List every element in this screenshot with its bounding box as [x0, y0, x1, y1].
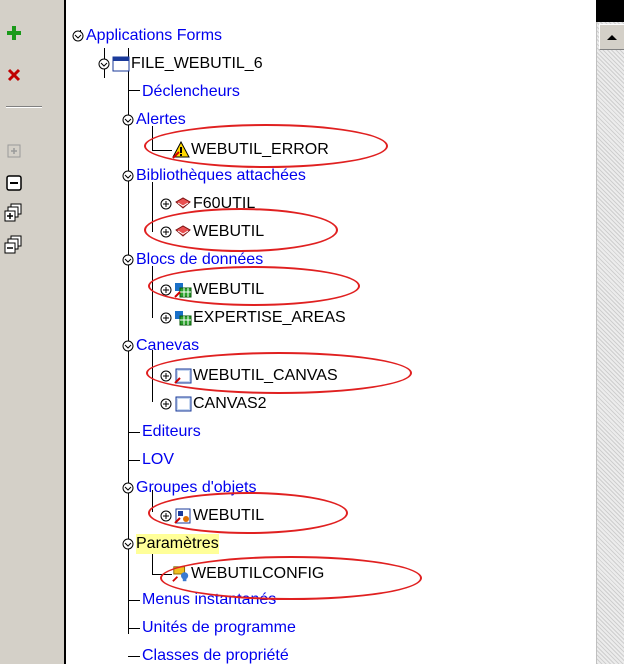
collapse-all-button[interactable]: [0, 232, 28, 258]
expand-icon: [7, 144, 21, 158]
tree-label-module: FILE_WEBUTIL_6: [131, 55, 263, 72]
tree-node-popup-menus[interactable]: Menus instantanés: [142, 588, 276, 612]
tree-node-parameters[interactable]: Paramètres: [122, 532, 219, 556]
tree-label-popup-menus: Menus instantanés: [142, 591, 277, 608]
tree-label-library-2: WEBUTIL: [193, 223, 265, 240]
vertical-scrollbar[interactable]: [596, 0, 624, 664]
tree-node-triggers[interactable]: Déclencheurs: [142, 80, 240, 104]
tree-item-canvas-1[interactable]: WEBUTIL_CANVAS: [160, 364, 338, 388]
form-module-icon: [112, 55, 130, 73]
tree-label-parameters: Paramètres: [136, 534, 219, 554]
expand-all-button[interactable]: [0, 200, 28, 226]
tree-item-block-2[interactable]: EXPERTISE_AREAS: [160, 306, 346, 330]
tree-label-block-2: EXPERTISE_AREAS: [193, 309, 346, 326]
tree-label-lov: LOV: [142, 451, 175, 468]
expand-toggle-icon[interactable]: [160, 510, 172, 522]
tree-item-library-1[interactable]: F60UTIL: [160, 192, 255, 216]
expand-toggle-icon[interactable]: [160, 312, 172, 324]
scroll-up-button[interactable]: [599, 24, 624, 50]
tree-label-object-group: WEBUTIL: [193, 507, 265, 524]
tree-node-lov[interactable]: LOV: [142, 448, 174, 472]
warning-icon: [172, 141, 190, 159]
expand-toggle-icon[interactable]: [160, 198, 172, 210]
tree-label-blocks: Blocs de données: [136, 251, 264, 268]
expand-toggle-icon[interactable]: [160, 370, 172, 382]
object-group-icon: [174, 507, 192, 525]
tree-label-library-1: F60UTIL: [193, 195, 256, 212]
delete-button[interactable]: [0, 62, 28, 88]
tree-label-property-classes: Classes de propriété: [142, 647, 289, 664]
tree-label-editors: Editeurs: [142, 423, 201, 440]
tree-label-alert-item: WEBUTIL_ERROR: [191, 141, 329, 158]
add-button[interactable]: [0, 20, 28, 46]
collapse-toggle-icon[interactable]: [122, 340, 134, 352]
tree-node-blocks[interactable]: Blocs de données: [122, 248, 263, 272]
collapse-toggle-icon[interactable]: [72, 30, 84, 42]
toolbar-separator: [6, 106, 42, 108]
tree-label-triggers: Déclencheurs: [142, 83, 240, 100]
parameter-icon: [172, 565, 190, 583]
collapse-toggle-icon[interactable]: [122, 114, 134, 126]
library-icon: [174, 195, 192, 213]
tree-item-alert[interactable]: WEBUTIL_ERROR: [172, 138, 329, 162]
tree-node-alerts[interactable]: Alertes: [122, 108, 186, 132]
collapse-icon: [6, 175, 22, 191]
data-block-icon: [174, 309, 192, 327]
navigator-frame: [50, 0, 66, 664]
canvas-icon: [174, 395, 192, 413]
collapse-toggle-icon[interactable]: [98, 58, 110, 70]
canvas-icon: [174, 367, 192, 385]
collapse-button[interactable]: [0, 170, 28, 196]
collapse-toggle-icon[interactable]: [122, 254, 134, 266]
collapse-toggle-icon[interactable]: [122, 538, 134, 550]
tree-module[interactable]: FILE_WEBUTIL_6: [98, 52, 263, 76]
tree-node-canvases[interactable]: Canevas: [122, 334, 199, 358]
tree-item-parameter[interactable]: WEBUTILCONFIG: [172, 562, 324, 586]
tree-label-libraries: Bibliothèques attachées: [136, 167, 306, 184]
collapse-toggle-icon[interactable]: [122, 482, 134, 494]
tree-item-object-group[interactable]: WEBUTIL: [160, 504, 264, 528]
window-edge: [596, 0, 624, 22]
object-navigator-tree: Applications Forms FILE_WEBUTIL_6 Déclen…: [66, 0, 596, 664]
tree-node-program-units[interactable]: Unités de programme: [142, 616, 296, 640]
tree-item-block-1[interactable]: WEBUTIL: [160, 278, 264, 302]
expand-toggle-icon[interactable]: [160, 226, 172, 238]
tree-label-canvas-2: CANVAS2: [193, 395, 267, 412]
tree-label-canvases: Canevas: [136, 337, 200, 354]
data-block-icon: [174, 281, 192, 299]
collapse-all-icon: [4, 235, 22, 254]
tree-label-canvas-1: WEBUTIL_CANVAS: [193, 367, 338, 384]
tree-label-object-groups: Groupes d'objets: [136, 479, 257, 496]
tree-item-library-2[interactable]: WEBUTIL: [160, 220, 264, 244]
expand-button[interactable]: [0, 138, 28, 164]
tree-label-parameter: WEBUTILCONFIG: [191, 565, 325, 582]
tree-node-object-groups[interactable]: Groupes d'objets: [122, 476, 256, 500]
tree-root[interactable]: Applications Forms: [72, 24, 222, 48]
expand-toggle-icon[interactable]: [160, 398, 172, 410]
collapse-toggle-icon[interactable]: [122, 170, 134, 182]
delete-icon: [7, 68, 21, 82]
add-icon: [7, 26, 21, 40]
tree-node-property-classes[interactable]: Classes de propriété: [142, 644, 289, 668]
tree-label-alerts: Alertes: [136, 111, 186, 128]
tree-label-program-units: Unités de programme: [142, 619, 296, 636]
scroll-up-arrow-icon: [607, 35, 617, 40]
tree-label-root: Applications Forms: [86, 27, 223, 44]
tree-label-block-1: WEBUTIL: [193, 281, 265, 298]
object-navigator-toolbar: [0, 0, 51, 664]
expand-toggle-icon[interactable]: [160, 284, 172, 296]
tree-item-canvas-2[interactable]: CANVAS2: [160, 392, 267, 416]
library-icon: [174, 223, 192, 241]
tree-node-editors[interactable]: Editeurs: [142, 420, 201, 444]
tree-node-libraries[interactable]: Bibliothèques attachées: [122, 164, 306, 188]
expand-all-icon: [4, 203, 22, 222]
